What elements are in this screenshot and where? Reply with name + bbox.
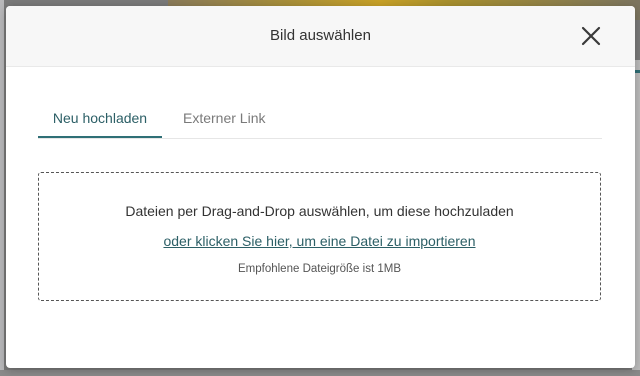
dialog-header: Bild auswählen xyxy=(6,6,635,67)
import-file-link[interactable]: oder klicken Sie hier, um eine Datei zu … xyxy=(163,233,475,249)
tab-upload-new[interactable]: Neu hochladen xyxy=(38,104,162,138)
background-edge xyxy=(0,0,4,376)
dialog-title: Bild auswählen xyxy=(270,27,371,44)
file-size-hint: Empfohlene Dateigröße ist 1MB xyxy=(238,263,401,275)
upload-tabs: Neu hochladen Externer Link xyxy=(38,104,602,139)
tab-external-link[interactable]: Externer Link xyxy=(183,104,273,136)
file-dropzone[interactable]: Dateien per Drag-and-Drop auswählen, um … xyxy=(38,172,601,301)
background-bottom xyxy=(0,370,640,376)
dropzone-link-wrapper: oder klicken Sie hier, um eine Datei zu … xyxy=(39,233,600,249)
image-select-dialog: Bild auswählen Neu hochladen Externer Li… xyxy=(6,6,635,368)
close-icon xyxy=(581,26,601,46)
close-button[interactable] xyxy=(578,23,604,49)
dropzone-title: Dateien per Drag-and-Drop auswählen, um … xyxy=(125,203,514,219)
